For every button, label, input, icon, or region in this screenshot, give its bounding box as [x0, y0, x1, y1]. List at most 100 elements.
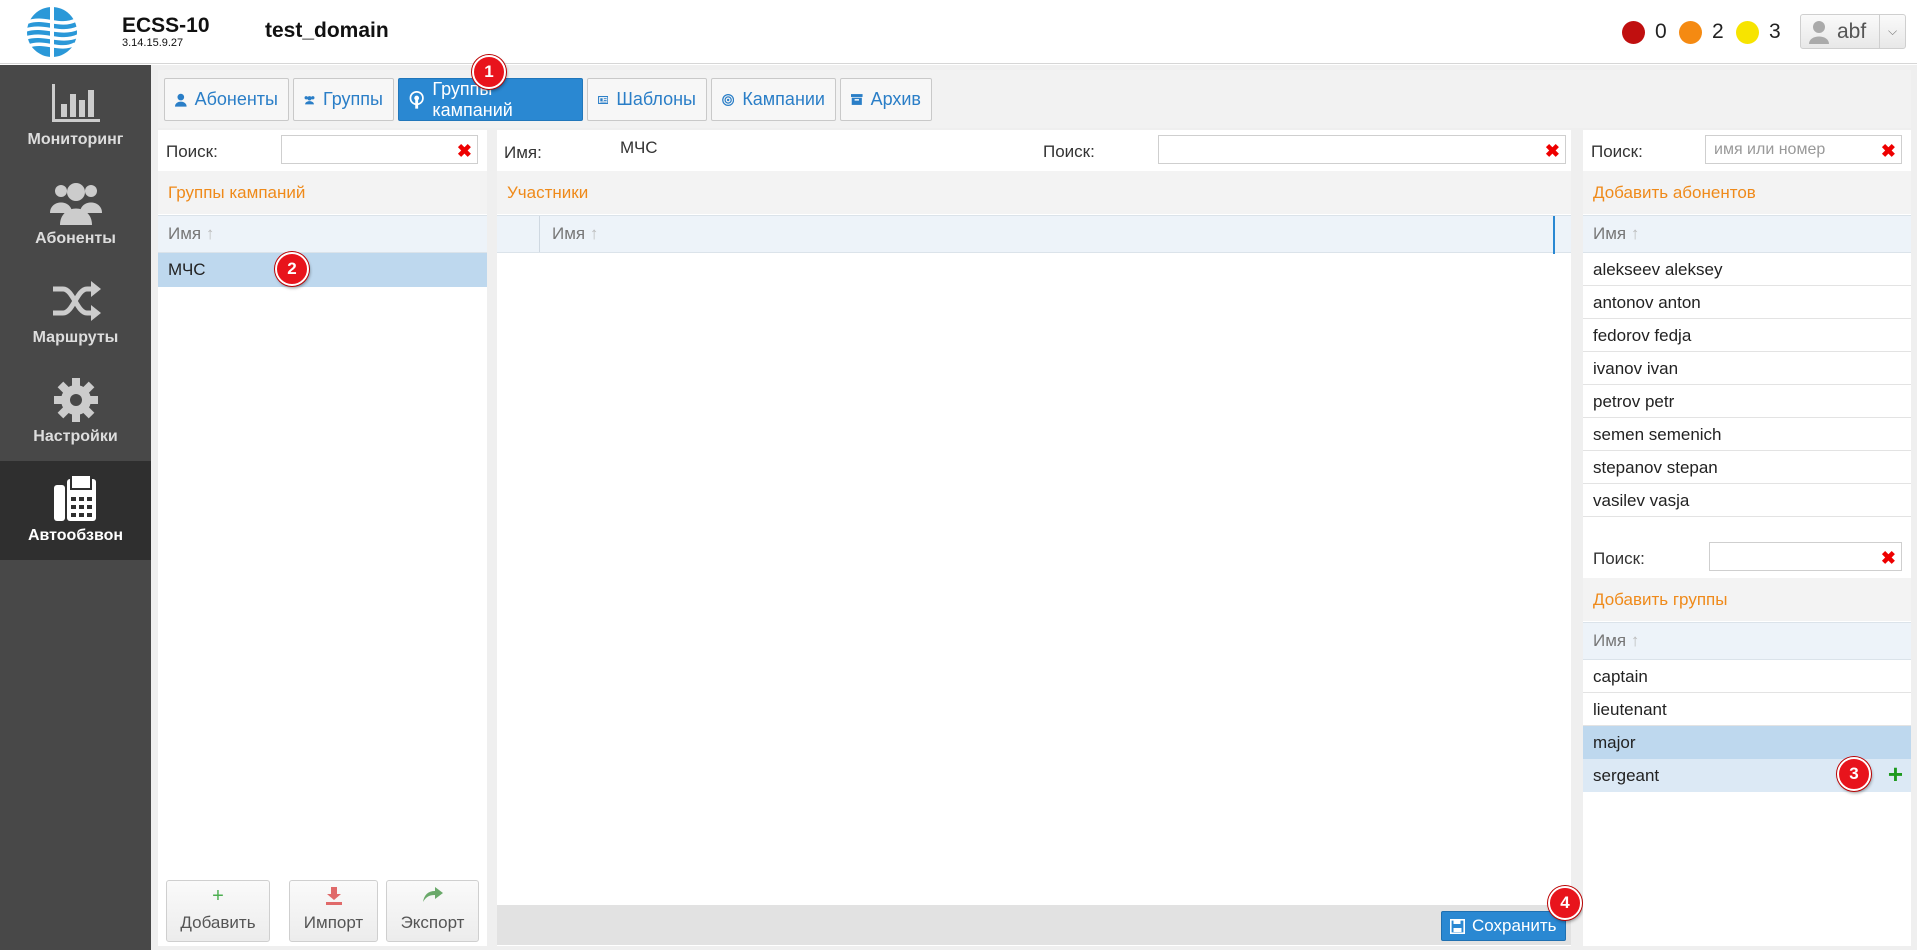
clear-icon[interactable]: ✖ — [1545, 138, 1560, 165]
app-name: ECSS-10 — [122, 14, 210, 37]
left-search-label: Поиск: — [166, 142, 218, 161]
group-search-input[interactable]: ✖ — [1709, 542, 1902, 571]
sidebar: Мониторинг Абоненты Маршруты Настройки А… — [0, 65, 151, 950]
callout-badge-1: 1 — [472, 55, 506, 89]
tab-label-campaign-groups: Группы кампаний — [432, 78, 513, 120]
callout-badge-3: 3 — [1837, 757, 1871, 791]
sort-asc-icon: ↑ — [1630, 631, 1640, 650]
sidebar-label-autodial: Автообзвон — [27, 527, 124, 544]
subscriber-row[interactable]: petrov petr — [1583, 385, 1911, 418]
tab-campaigns[interactable]: Кампании — [711, 78, 836, 121]
column-resize-handle[interactable] — [1553, 216, 1555, 254]
import-button-label: Импорт — [303, 913, 364, 932]
left-column-name-label: Имя — [168, 224, 202, 243]
shuffle-icon — [52, 281, 101, 321]
user-icon — [1809, 20, 1829, 44]
app-version: 3.14.15.9.27 — [122, 37, 184, 49]
sort-asc-icon: ↑ — [1630, 224, 1640, 243]
tab-groups[interactable]: Группы — [293, 78, 394, 121]
right-search-label: Поиск: — [1591, 142, 1643, 161]
left-search-input[interactable]: ✖ — [281, 135, 478, 164]
chevron-down-icon[interactable]: ⌵ — [1879, 15, 1905, 48]
groups-column-name[interactable]: Имя ↑ — [1583, 622, 1911, 660]
name-label: Имя: — [504, 143, 542, 162]
subscriber-row[interactable]: stepanov stepan — [1583, 451, 1911, 484]
users-icon — [49, 183, 102, 225]
sidebar-label-settings: Настройки — [33, 428, 118, 445]
add-plus-icon[interactable]: + — [1888, 758, 1903, 791]
newspaper-icon — [598, 95, 609, 104]
column-divider — [539, 216, 540, 252]
sidebar-item-monitoring[interactable]: Мониторинг — [0, 65, 151, 164]
tab-templates[interactable]: Шаблоны — [587, 78, 707, 121]
participants-column-label: Имя — [552, 224, 586, 243]
users-icon — [304, 95, 315, 104]
sidebar-item-subscribers[interactable]: Абоненты — [0, 164, 151, 263]
podcast-icon — [409, 90, 424, 109]
domain-name: test_domain — [265, 19, 389, 42]
alarm-major-count: 2 — [1712, 20, 1724, 43]
archive-icon — [851, 94, 863, 105]
clear-icon[interactable]: ✖ — [457, 138, 472, 165]
list-item[interactable]: МЧС — [158, 253, 487, 287]
tab-subscribers[interactable]: Абоненты — [164, 78, 289, 121]
save-button[interactable]: Сохранить — [1441, 911, 1566, 941]
subscriber-search-input[interactable]: имя или номер ✖ — [1705, 135, 1902, 164]
subscriber-row[interactable]: semen semenich — [1583, 418, 1911, 451]
middle-search-label: Поиск: — [1043, 142, 1095, 161]
groups-column-label: Имя — [1593, 631, 1627, 650]
alarm-minor-count: 3 — [1769, 20, 1781, 43]
alarm-critical[interactable]: 0 — [1622, 19, 1667, 45]
sidebar-item-autodial[interactable]: Автообзвон — [0, 461, 151, 560]
subscribers-column-name[interactable]: Имя ↑ — [1583, 215, 1911, 253]
clear-icon[interactable]: ✖ — [1881, 545, 1896, 572]
subscriber-row[interactable]: antonov anton — [1583, 286, 1911, 319]
sidebar-item-routes[interactable]: Маршруты — [0, 263, 151, 362]
group-row[interactable]: major — [1583, 726, 1911, 759]
group-row[interactable]: captain — [1583, 660, 1911, 693]
subscriber-row[interactable]: ivanov ivan — [1583, 352, 1911, 385]
sidebar-label-routes: Маршруты — [32, 329, 119, 346]
left-column-name[interactable]: Имя ↑ — [158, 215, 487, 253]
top-bar: ECSS-10 3.14.15.9.27 test_domain 0 2 3 a… — [0, 0, 1917, 64]
group-name-value[interactable]: МЧС — [620, 138, 658, 158]
tab-label-groups: Группы — [323, 89, 383, 109]
fax-icon — [53, 475, 96, 521]
user-menu-button[interactable]: abf ⌵ — [1800, 14, 1906, 49]
sidebar-item-settings[interactable]: Настройки — [0, 362, 151, 461]
subscriber-row[interactable]: fedorov fedja — [1583, 319, 1911, 352]
add-button[interactable]: + Добавить — [166, 880, 270, 942]
alarm-major[interactable]: 2 — [1679, 19, 1724, 45]
group-row[interactable]: lieutenant — [1583, 693, 1911, 726]
plus-icon: + — [212, 885, 224, 907]
subscriber-row[interactable]: vasilev vasja — [1583, 484, 1911, 517]
minor-dot-icon — [1736, 20, 1759, 44]
floppy-icon — [1450, 918, 1465, 934]
participants-title: Участники — [497, 171, 1571, 214]
tab-label-campaigns: Кампании — [742, 89, 825, 109]
sort-asc-icon: ↑ — [205, 224, 215, 243]
clear-icon[interactable]: ✖ — [1881, 138, 1896, 165]
share-icon — [387, 885, 478, 907]
left-section-title: Группы кампаний — [158, 171, 487, 214]
gear-icon — [53, 378, 98, 422]
import-button[interactable]: Импорт — [289, 880, 378, 942]
group-row-label: sergeant — [1593, 766, 1660, 785]
add-button-label: Добавить — [180, 913, 256, 932]
tab-archive[interactable]: Архив — [840, 78, 932, 121]
subscriber-search-placeholder: имя или номер — [1714, 141, 1826, 158]
participants-column-name[interactable]: Имя ↑ — [552, 216, 598, 252]
export-button[interactable]: Экспорт — [386, 880, 479, 942]
subscriber-row[interactable]: alekseev aleksey — [1583, 253, 1911, 286]
alarm-minor[interactable]: 3 — [1736, 19, 1781, 45]
save-button-label: Сохранить — [1472, 916, 1557, 935]
critical-dot-icon — [1622, 20, 1645, 44]
callout-badge-4: 4 — [1548, 886, 1582, 920]
middle-search-input[interactable]: ✖ — [1158, 135, 1566, 164]
add-groups-title: Добавить группы — [1583, 578, 1911, 621]
subscribers-column-label: Имя — [1593, 224, 1627, 243]
callout-badge-2: 2 — [275, 252, 309, 286]
user-icon — [175, 93, 187, 107]
export-button-label: Экспорт — [400, 913, 465, 932]
bar-chart-icon — [51, 84, 100, 122]
